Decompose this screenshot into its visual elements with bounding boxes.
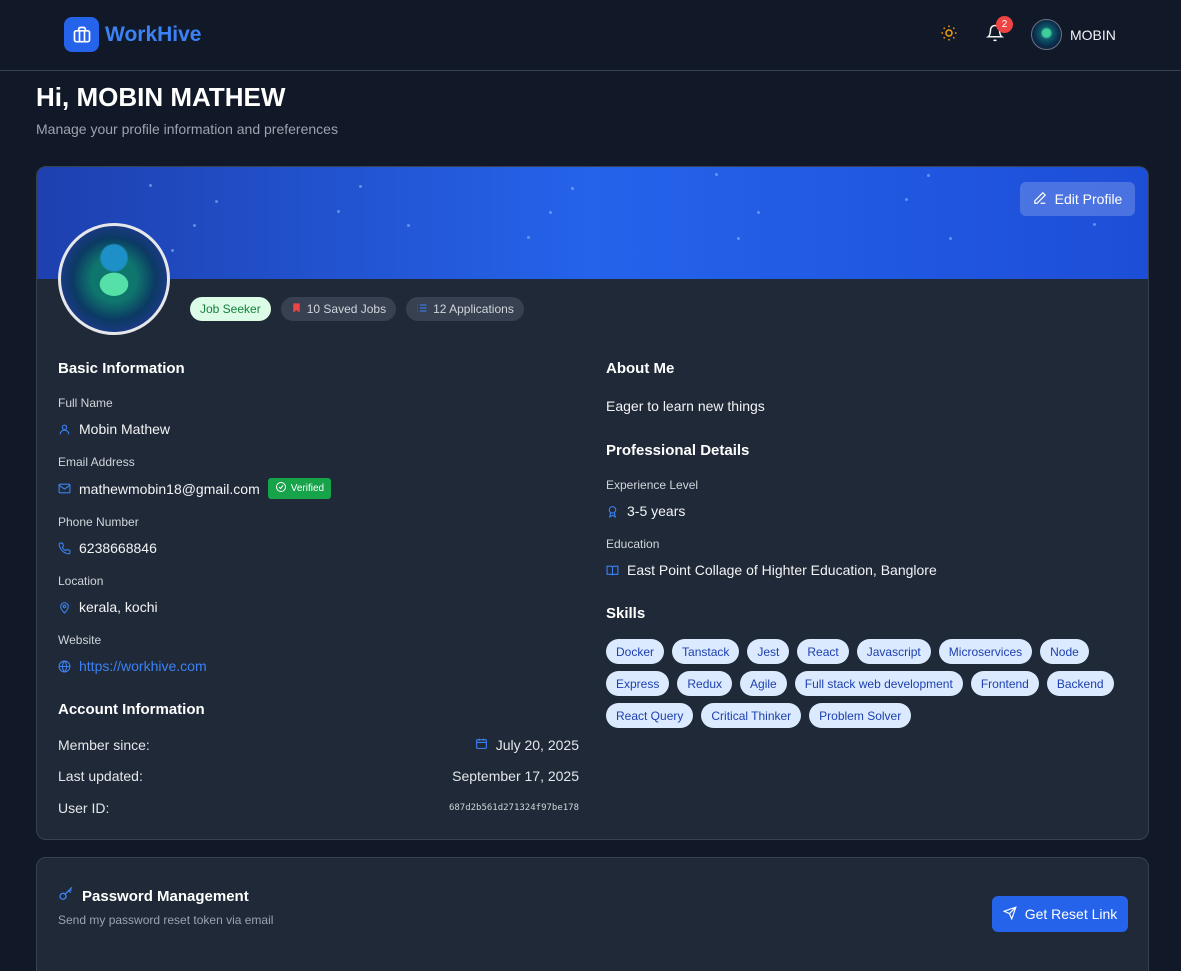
edit-profile-button[interactable]: Edit Profile: [1020, 182, 1135, 216]
profile-avatar: [58, 223, 170, 335]
skill-tag: React Query: [606, 703, 694, 728]
page-subtitle: Manage your profile information and pref…: [36, 121, 338, 137]
skill-tag: Jest: [747, 639, 790, 664]
role-badge: Job Seeker: [190, 297, 271, 321]
applications-badge[interactable]: 12 Applications: [406, 297, 524, 321]
mail-icon: [58, 482, 71, 495]
experience-value: 3-5 years: [606, 503, 685, 519]
skill-tag: Backend: [1046, 671, 1114, 696]
email-value: mathewmobin18@gmail.com Verified: [58, 478, 332, 499]
brand-logo[interactable]: WorkHive: [64, 17, 201, 52]
skill-tag: Node: [1040, 639, 1089, 664]
profile-card: Edit Profile Job Seeker 10 Saved Jobs 12…: [36, 166, 1149, 840]
skill-tag: Javascript: [856, 639, 931, 664]
password-subtitle: Send my password reset token via email: [58, 913, 274, 927]
skill-tag: Full stack web development: [794, 671, 963, 696]
globe-icon: [58, 660, 71, 673]
top-navbar: WorkHive 2 MOBIN: [0, 0, 1181, 71]
user-menu[interactable]: MOBIN: [1031, 19, 1116, 50]
full-name-label: Full Name: [58, 396, 113, 410]
phone-label: Phone Number: [58, 515, 139, 529]
page-title: Hi, MOBIN MATHEW: [36, 82, 286, 112]
key-icon: [58, 886, 74, 906]
check-circle-icon: [275, 481, 287, 496]
skill-tag: React: [797, 639, 849, 664]
skill-tag: Problem Solver: [809, 703, 912, 728]
user-name: MOBIN: [1070, 26, 1116, 43]
location-value: kerala, kochi: [58, 599, 158, 615]
notifications-button[interactable]: 2: [984, 16, 1013, 46]
full-name-value: Mobin Mathew: [58, 421, 170, 437]
avatar: [1031, 19, 1062, 50]
book-open-icon: [606, 564, 619, 577]
edit-profile-label: Edit Profile: [1054, 191, 1123, 207]
phone-icon: [58, 542, 71, 555]
experience-label: Experience Level: [606, 478, 699, 492]
website-link[interactable]: https://workhive.com: [79, 658, 207, 674]
profile-banner: [37, 167, 1148, 279]
user-id-value: 687d2b561d271324f97be178: [448, 803, 579, 813]
skill-tag: Docker: [606, 639, 665, 664]
get-reset-link-button[interactable]: Get Reset Link: [992, 896, 1128, 932]
account-info-title: Account Information: [58, 701, 205, 718]
website-label: Website: [58, 633, 102, 647]
member-since-row: Member since: July 20, 2025: [58, 737, 579, 753]
skill-tag: Agile: [740, 671, 787, 696]
basic-info-title: Basic Information: [58, 360, 185, 377]
bookmark-icon: [291, 302, 302, 317]
saved-jobs-badge[interactable]: 10 Saved Jobs: [280, 297, 397, 321]
skill-tag: Tanstack: [672, 639, 740, 664]
about-title: About Me: [606, 360, 675, 377]
briefcase-icon: [64, 17, 99, 52]
education-label: Education: [606, 537, 660, 551]
notification-count-badge: 2: [996, 16, 1013, 33]
calendar-icon: [475, 737, 488, 753]
pencil-icon: [1033, 191, 1047, 208]
last-updated-row: Last updated: September 17, 2025: [58, 768, 579, 784]
location-label: Location: [58, 574, 104, 588]
skill-tag: Microservices: [938, 639, 1033, 664]
skill-tag: Redux: [677, 671, 733, 696]
skill-tag: Critical Thinker: [701, 703, 802, 728]
skills-title: Skills: [606, 605, 646, 622]
email-label: Email Address: [58, 455, 135, 469]
phone-value: 6238668846: [58, 540, 157, 556]
user-id-row: User ID: 687d2b561d271324f97be178: [58, 800, 579, 816]
password-card: Password Management Send my password res…: [36, 857, 1149, 971]
website-value: https://workhive.com: [58, 658, 207, 674]
brand-name: WorkHive: [105, 22, 202, 46]
list-icon: [416, 302, 428, 317]
theme-toggle-button[interactable]: [938, 24, 960, 46]
send-icon: [1002, 905, 1017, 923]
education-value: East Point Collage of Highter Education,…: [606, 562, 937, 578]
professional-title: Professional Details: [606, 442, 750, 459]
password-title: Password Management: [58, 886, 249, 906]
about-text: Eager to learn new things: [606, 398, 765, 414]
map-pin-icon: [58, 601, 71, 614]
skill-tag: Express: [606, 671, 670, 696]
skill-tag: Frontend: [970, 671, 1039, 696]
profile-tags: Job Seeker 10 Saved Jobs 12 Applications: [190, 297, 524, 321]
verified-badge: Verified: [267, 478, 332, 499]
skills-list: Docker Tanstack Jest React Javascript Mi…: [606, 639, 1126, 728]
user-icon: [58, 423, 71, 436]
sun-icon: [940, 24, 958, 47]
award-icon: [606, 505, 619, 518]
